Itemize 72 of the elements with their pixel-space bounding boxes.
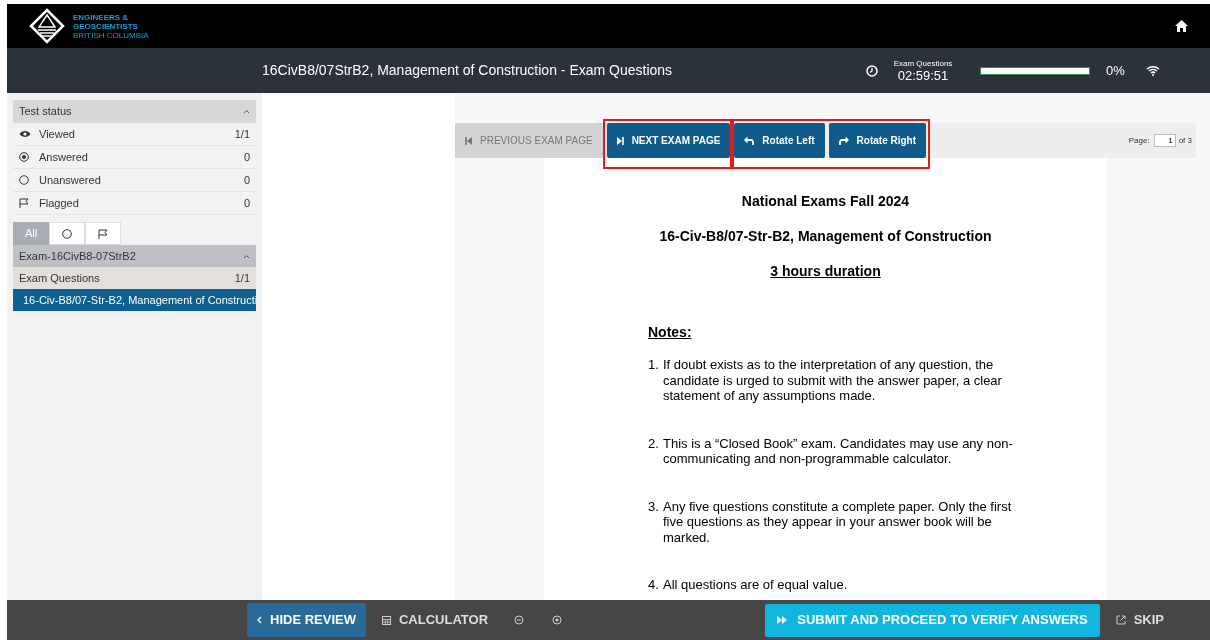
panel-title: Test status: [19, 104, 72, 120]
radio-checked-icon: [19, 152, 29, 162]
status-row[interactable]: Unanswered 0: [13, 169, 256, 192]
collapse-icon[interactable]: [243, 253, 250, 259]
note-text: All questions are of equal value.: [663, 577, 849, 593]
calculator-button[interactable]: CALCULATOR: [365, 603, 505, 637]
timer: 02:59:51: [897, 67, 949, 83]
section-count: 1/1: [234, 270, 250, 286]
status-count: 0: [243, 172, 250, 188]
skip-forward-icon: [616, 136, 624, 145]
document-heading: 3 hours duration: [770, 262, 881, 281]
page-label: Page:: [1128, 134, 1150, 147]
circle-icon: [62, 228, 72, 239]
timer-label: Exam Questions: [893, 58, 953, 68]
status-row[interactable]: Answered 0: [13, 146, 256, 169]
section-label: Exam Questions: [19, 270, 100, 286]
toolbar-button[interactable]: Rotate Right: [828, 123, 927, 158]
clock-icon: [866, 64, 878, 77]
note-number: 4.: [648, 577, 660, 593]
status-count: 0: [243, 149, 250, 165]
zoom-out-icon[interactable]: [514, 615, 525, 625]
status-label: Answered: [39, 149, 89, 165]
flag-icon: [97, 228, 109, 239]
progress-percent: 0%: [1106, 61, 1126, 80]
flag-icon: [19, 198, 30, 208]
toolbar-button[interactable]: NEXT EXAM PAGE: [606, 123, 731, 158]
calculator-icon: [381, 615, 391, 625]
document-heading: 16-Civ-B8/07-Str-B2, Management of Construction: [659, 227, 992, 246]
rotate-left-icon: [744, 136, 755, 145]
status-row[interactable]: Flagged 0: [13, 192, 256, 215]
brand-name: GEOSCIENTISTS: [73, 21, 139, 31]
status-label: Flagged: [39, 195, 80, 211]
brand-name: ENGINEERS &: [73, 12, 130, 22]
page-field[interactable]: 1: [1153, 134, 1176, 147]
panel-header[interactable]: Test status: [13, 100, 256, 123]
chevron-left-icon: [257, 616, 262, 624]
filter-tab[interactable]: [85, 222, 121, 245]
status-label: Unanswered: [39, 172, 102, 188]
document-heading: National Exams Fall 2024: [741, 192, 910, 211]
brand-subtitle: BRITISH COLUMBIA: [73, 30, 149, 40]
note-number: 1.: [648, 357, 660, 374]
hide-review-button[interactable]: HIDE REVIEW: [247, 603, 366, 637]
zoom-in-icon[interactable]: [552, 615, 563, 625]
status-row[interactable]: Viewed 1/1: [13, 123, 256, 146]
exam-title: 16CivB8/07StrB2, Management of Construction - Exam Questions: [262, 61, 674, 80]
note-number: 2.: [648, 435, 660, 453]
question-item[interactable]: 16-Civ-B8/07-Str-B2, Management of Constructi: [13, 289, 256, 311]
status-count: 1/1: [234, 126, 250, 142]
filter-tab[interactable]: [49, 222, 85, 245]
note-text: If doubt exists as to the interpretation of any question, the candidate is urged to submit with the answer paper, a clear statement of any assumptions made.: [663, 357, 1003, 404]
circle-icon: [19, 175, 29, 185]
home-icon[interactable]: [1175, 20, 1188, 32]
rotate-right-icon: [838, 136, 849, 145]
fast-forward-icon: [777, 616, 788, 624]
eye-icon: [19, 130, 31, 138]
panel-header[interactable]: Exam-16CivB8-07StrB2: [13, 245, 256, 267]
skip-back-icon: [465, 136, 472, 145]
note-text: This is a “Closed Book” exam. Candidates may use any non-communicating and non-programmable calculator.: [663, 435, 1014, 467]
note-number: 3.: [648, 498, 660, 516]
page-total: of 3: [1178, 134, 1192, 147]
section-row[interactable]: Exam Questions 1/1: [13, 267, 256, 289]
external-link-icon: [1115, 615, 1126, 625]
toolbar-button[interactable]: Rotate Left: [734, 123, 825, 158]
logo-icon: [29, 8, 65, 44]
notes-heading: Notes:: [648, 323, 693, 342]
panel-title: Exam-16CivB8-07StrB2: [19, 248, 136, 264]
skip-button[interactable]: SKIP: [1099, 603, 1180, 637]
note-text: Any five questions constitute a complete paper. Only the first five questions as they appear in your answer book will be marked.: [663, 498, 1013, 545]
status-count: 0: [243, 195, 250, 211]
wifi-icon: [1146, 65, 1160, 76]
collapse-icon[interactable]: [243, 109, 250, 114]
status-label: Viewed: [39, 126, 76, 142]
